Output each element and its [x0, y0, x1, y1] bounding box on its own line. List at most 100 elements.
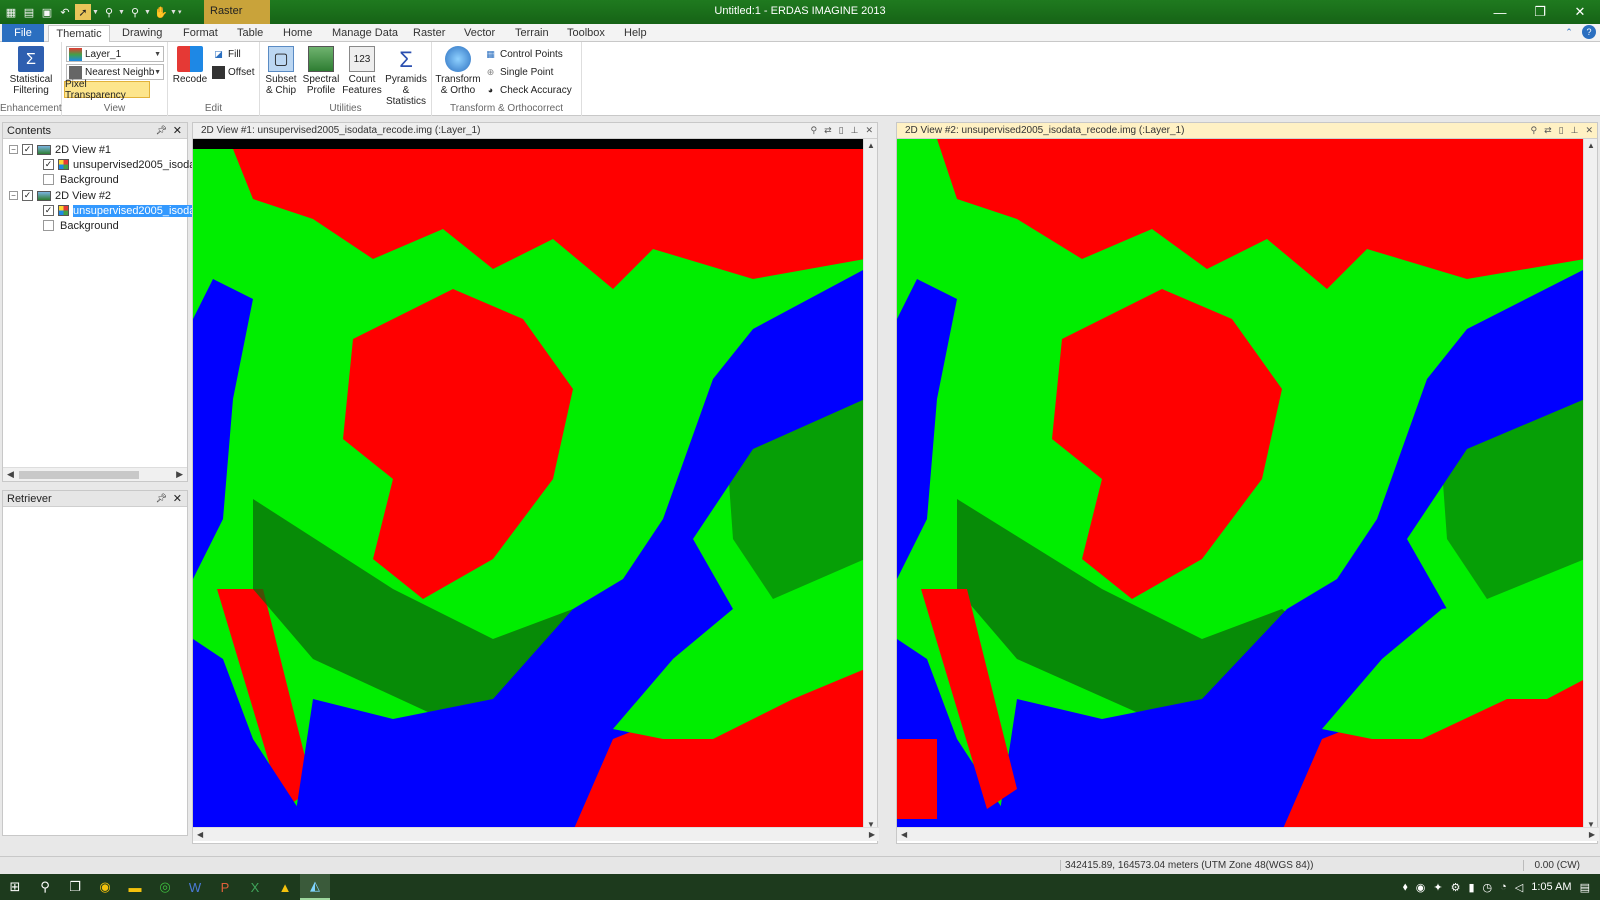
zoom-in-icon[interactable]: ⚲ — [101, 4, 117, 20]
undo-icon[interactable]: ↶ — [57, 4, 73, 20]
pin-icon[interactable]: 📌︎ — [156, 125, 167, 136]
close-icon[interactable]: ✕ — [173, 492, 182, 505]
collapse-ribbon-icon[interactable]: ⌃ — [1562, 25, 1576, 39]
help-icon[interactable]: ? — [1582, 25, 1596, 39]
chevron-down-icon[interactable]: ▼ — [170, 9, 178, 16]
pyramids-statistics-button[interactable]: Σ Pyramids & Statistics — [382, 46, 430, 107]
view2-horizontal-scrollbar[interactable]: ◀ ▶ — [897, 827, 1599, 841]
fill-button[interactable]: ◪ Fill — [212, 46, 241, 62]
chrome-icon[interactable]: ◉ — [90, 874, 120, 900]
view2-layer-checkbox[interactable]: ✓ — [43, 205, 54, 216]
view1-checkbox[interactable]: ✓ — [22, 144, 33, 155]
link-icon[interactable]: ⚲ — [811, 125, 818, 136]
scroll-left-icon[interactable]: ◀ — [7, 469, 14, 480]
dropbox-icon[interactable]: ⬧ — [1403, 881, 1408, 894]
tab-raster[interactable]: Raster — [413, 26, 445, 42]
save-icon[interactable]: ▣ — [39, 4, 55, 20]
tree-item-view1[interactable]: − ✓ 2D View #1 — [9, 142, 111, 157]
powerpoint-icon[interactable]: P — [210, 874, 240, 900]
scroll-up-icon[interactable]: ▲ — [1587, 141, 1595, 150]
scroll-right-icon[interactable]: ▶ — [176, 469, 183, 480]
customize-qat-icon[interactable]: ▾ — [178, 8, 186, 16]
erdas-icon[interactable]: ▲ — [270, 874, 300, 900]
select-icon[interactable]: ➚ — [75, 4, 91, 20]
tab-help[interactable]: Help — [624, 26, 647, 42]
scroll-up-icon[interactable]: ▲ — [867, 141, 875, 150]
tab-thematic[interactable]: Thematic — [48, 25, 110, 43]
close-icon[interactable]: ✕ — [865, 125, 873, 136]
tree-item-view1-layer[interactable]: ✓ unsupervised2005_isodata — [43, 157, 205, 172]
collapse-icon[interactable]: − — [9, 145, 18, 154]
tab-manage-data[interactable]: Manage Data — [332, 26, 398, 42]
open-icon[interactable]: ▤ — [21, 4, 37, 20]
view2-checkbox[interactable]: ✓ — [22, 190, 33, 201]
file-explorer-icon[interactable]: ▬ — [120, 874, 150, 900]
transform-ortho-button[interactable]: Transform & Ortho — [434, 46, 482, 96]
link-icon[interactable]: ⚲ — [1531, 125, 1538, 136]
subset-chip-button[interactable]: ▢ Subset & Chip — [262, 46, 300, 96]
volume-icon[interactable]: ◁ — [1515, 881, 1523, 894]
taskbar-clock[interactable]: 1:05 AM — [1531, 881, 1571, 893]
single-point-button[interactable]: ⊕ Single Point — [484, 64, 554, 80]
excel-icon[interactable]: X — [240, 874, 270, 900]
scroll-thumb[interactable] — [19, 471, 139, 479]
chevron-down-icon[interactable]: ▼ — [144, 9, 152, 16]
erdas-imagine-icon[interactable]: ◭ — [300, 874, 330, 900]
chevron-down-icon[interactable]: ▼ — [118, 9, 126, 16]
minimize-button[interactable]: — — [1480, 0, 1520, 24]
tab-home[interactable]: Home — [283, 26, 312, 42]
tab-format[interactable]: Format — [183, 26, 218, 42]
app-icon[interactable]: ▦ — [3, 4, 19, 20]
scroll-right-icon[interactable]: ▶ — [1589, 830, 1595, 839]
sync-icon[interactable]: ⇄ — [824, 125, 832, 136]
tab-terrain[interactable]: Terrain — [515, 26, 549, 42]
count-features-button[interactable]: 123 Count Features — [342, 46, 382, 96]
contents-scrollbar[interactable]: ◀ ▶ — [3, 467, 187, 481]
tree-item-view2-layer[interactable]: ✓ unsupervised2005_isodata — [43, 203, 205, 218]
lock-icon[interactable]: ▯ — [1559, 125, 1564, 136]
statistical-filtering-button[interactable]: Σ Statistical Filtering — [4, 46, 58, 96]
offset-button[interactable]: Offset — [212, 64, 255, 80]
close-icon[interactable]: ✕ — [1585, 125, 1593, 136]
check-accuracy-button[interactable]: ◕ Check Accuracy — [484, 82, 572, 98]
spectral-profile-button[interactable]: Spectral Profile — [300, 46, 342, 96]
layer-select[interactable]: Layer_1 ▼ — [66, 46, 164, 62]
recode-button[interactable]: Recode — [172, 46, 208, 85]
battery-icon[interactable]: ▮ — [1468, 881, 1474, 894]
scroll-left-icon[interactable]: ◀ — [901, 830, 907, 839]
view1-layer-checkbox[interactable]: ✓ — [43, 159, 54, 170]
view1-horizontal-scrollbar[interactable]: ◀ ▶ — [193, 827, 879, 841]
chevron-down-icon[interactable]: ▼ — [92, 9, 100, 16]
tree-item-view1-background[interactable]: Background — [43, 172, 119, 187]
tree-item-view2-background[interactable]: Background — [43, 218, 119, 233]
pin-icon[interactable]: ⊥ — [1571, 125, 1579, 136]
tab-file[interactable]: File — [2, 24, 44, 42]
lock-icon[interactable]: ▯ — [839, 125, 844, 136]
sync-icon[interactable]: ⇄ — [1544, 125, 1552, 136]
close-icon[interactable]: ✕ — [173, 124, 182, 137]
zoom-out-icon[interactable]: ⚲ — [127, 4, 143, 20]
view1-map[interactable] — [193, 139, 865, 831]
scroll-right-icon[interactable]: ▶ — [869, 830, 875, 839]
task-view-icon[interactable]: ❐ — [60, 874, 90, 900]
chrome-tray-icon[interactable]: ◉ — [1416, 881, 1426, 894]
tab-toolbox[interactable]: Toolbox — [567, 26, 605, 42]
control-points-button[interactable]: ▦ Control Points — [484, 46, 563, 62]
view2-map[interactable] — [897, 139, 1585, 831]
restore-button[interactable]: ❐ — [1520, 0, 1560, 24]
app-tray-icon[interactable]: ✦ — [1433, 881, 1442, 894]
tab-drawing[interactable]: Drawing — [122, 26, 162, 42]
notifications-icon[interactable]: ▤ — [1580, 881, 1590, 894]
pin-icon[interactable]: ⊥ — [851, 125, 859, 136]
view2-vertical-scrollbar[interactable]: ▲ ▼ — [1583, 139, 1597, 831]
app-circle-icon[interactable]: ◎ — [150, 874, 180, 900]
clock-tray-icon[interactable]: ◷ — [1483, 881, 1493, 894]
tab-table[interactable]: Table — [237, 26, 263, 42]
scroll-left-icon[interactable]: ◀ — [197, 830, 203, 839]
collapse-icon[interactable]: − — [9, 191, 18, 200]
word-icon[interactable]: W — [180, 874, 210, 900]
pixel-transparency-toggle[interactable]: Pixel Transparency — [64, 79, 150, 101]
windows-start-icon[interactable]: ⊞ — [0, 874, 30, 900]
wifi-icon[interactable]: ◔ — [1500, 881, 1507, 893]
raster-context-tab[interactable]: Raster — [204, 0, 270, 24]
